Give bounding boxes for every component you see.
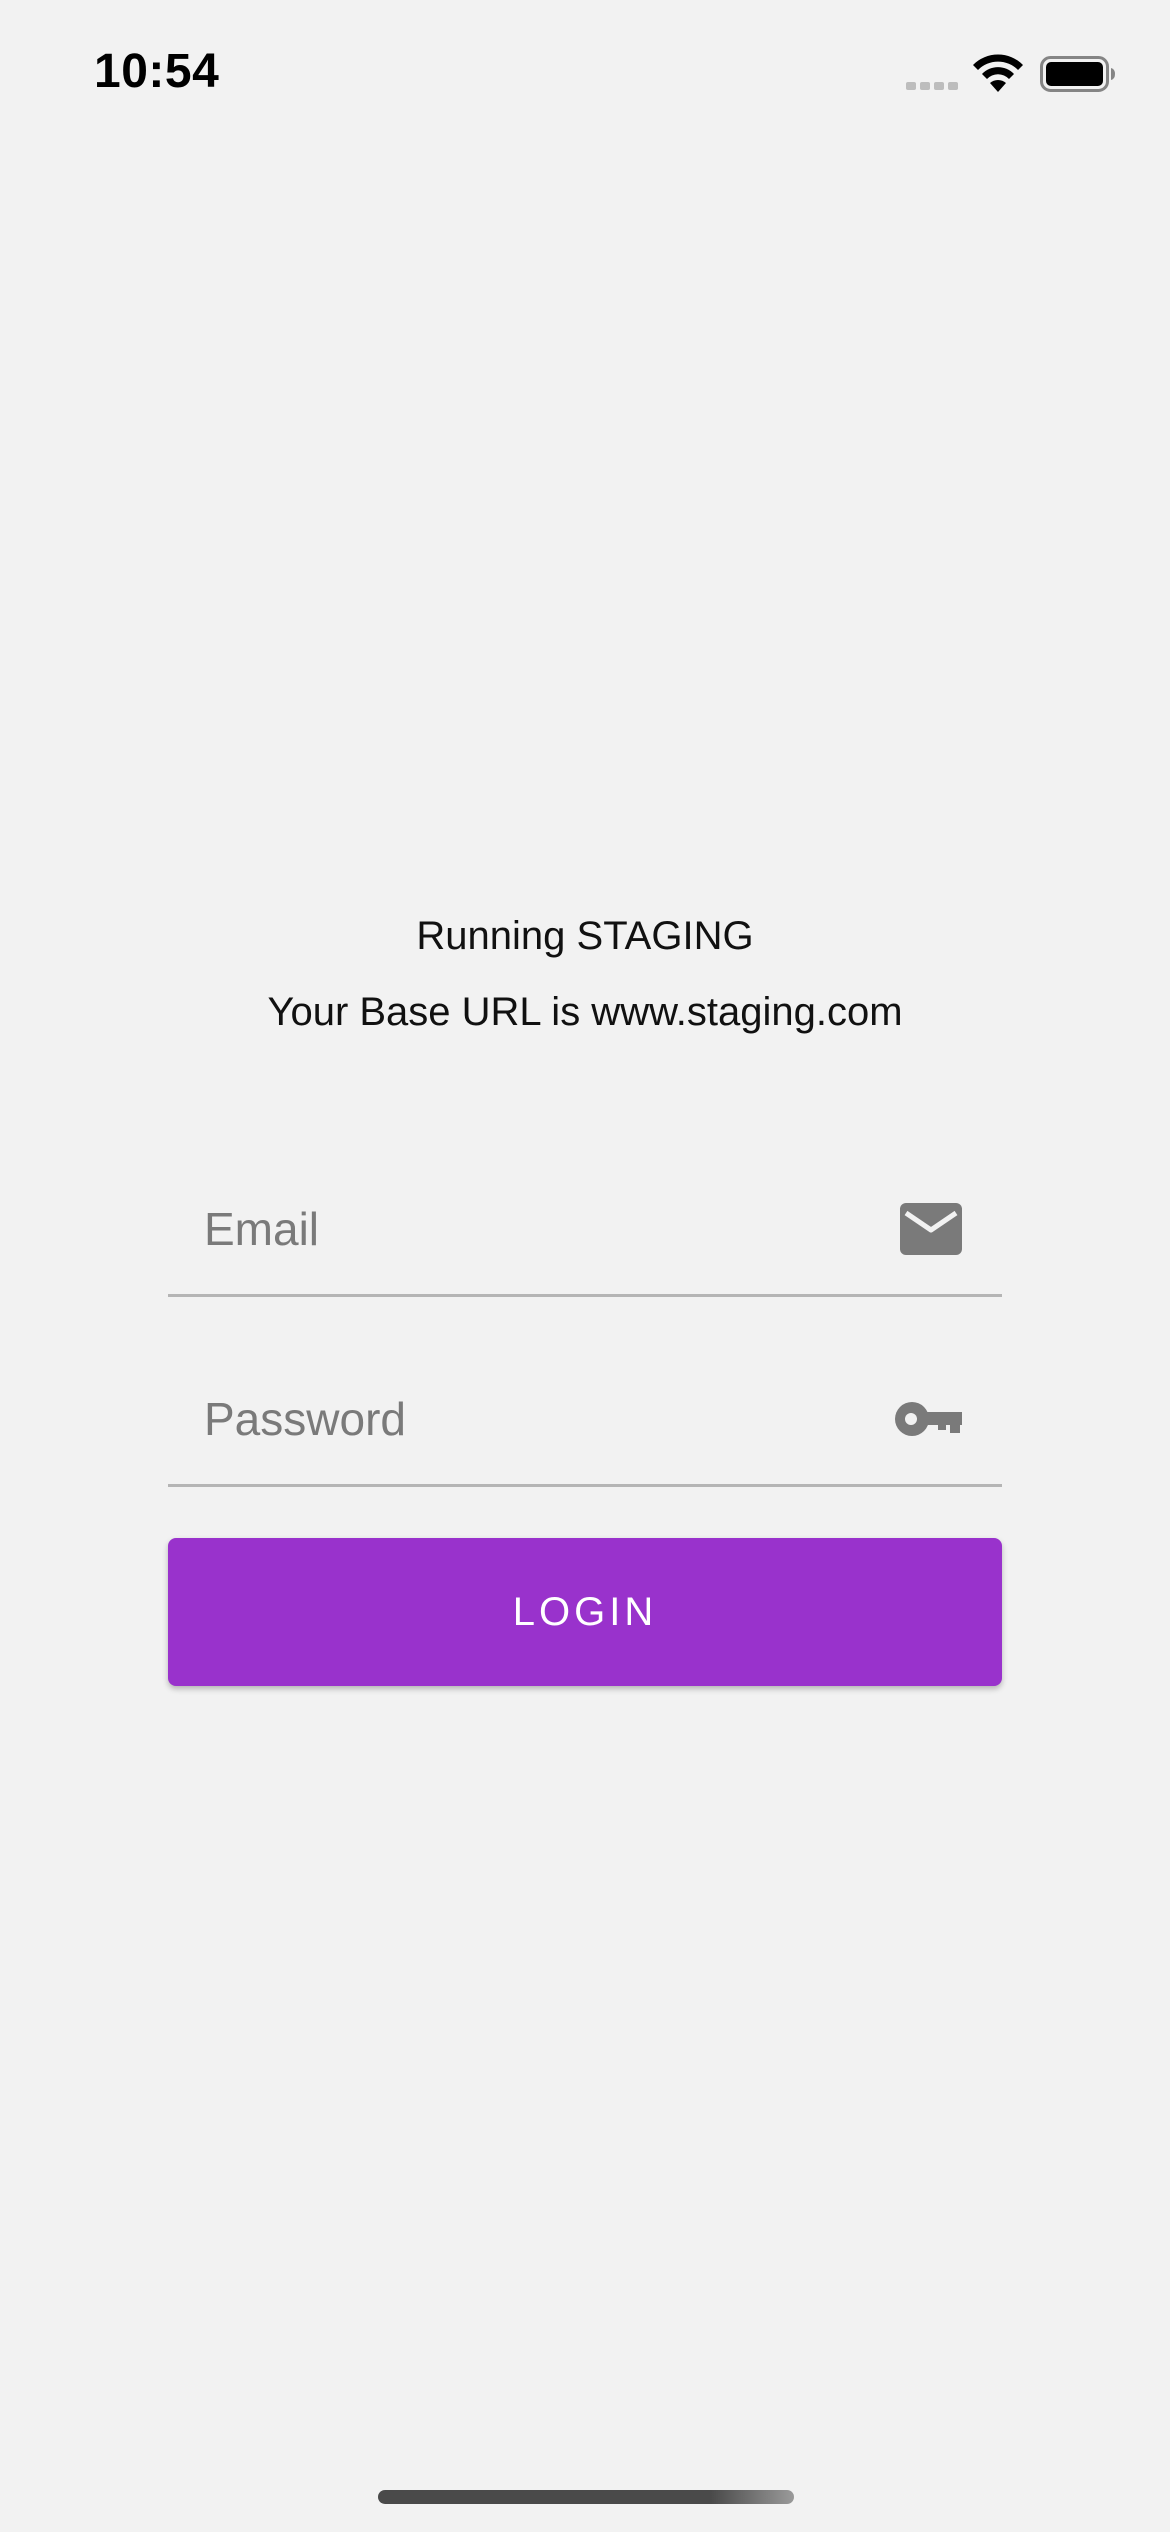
email-field-container <box>168 1164 1002 1297</box>
battery-icon <box>1040 56 1115 92</box>
email-field[interactable] <box>204 1164 884 1294</box>
mail-icon <box>900 1164 962 1294</box>
home-indicator[interactable] <box>378 2490 794 2504</box>
cellular-signal-icon <box>906 82 958 90</box>
password-field-container <box>168 1354 1002 1487</box>
environment-title: Running STAGING <box>416 914 754 958</box>
status-time: 10:54 <box>94 45 220 98</box>
wifi-icon <box>973 54 1023 92</box>
key-icon <box>894 1354 962 1484</box>
password-field[interactable] <box>204 1354 884 1484</box>
login-button[interactable]: LOGIN <box>168 1538 1002 1686</box>
base-url-text: Your Base URL is www.staging.com <box>267 990 903 1034</box>
status-bar: 10:54 <box>0 0 1170 150</box>
